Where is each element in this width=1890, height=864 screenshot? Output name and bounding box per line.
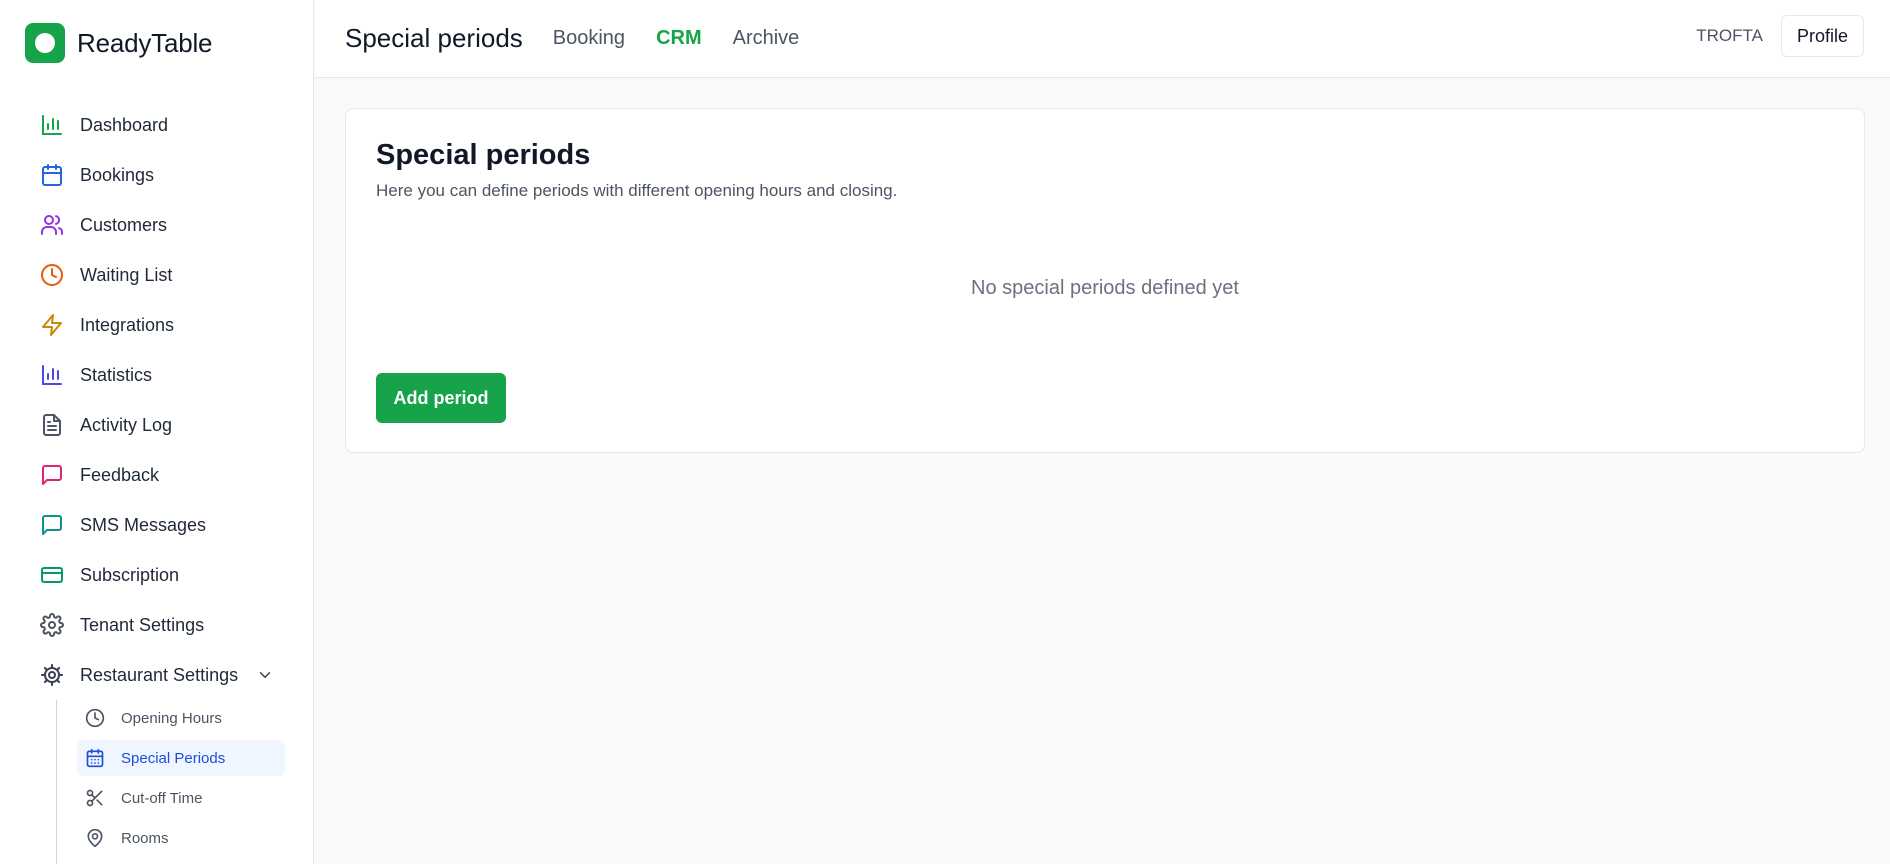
header-right: TROFTA Profile [1696, 15, 1864, 57]
tenant-name: TROFTA [1696, 26, 1763, 45]
sidebar-item-label: Integrations [80, 314, 175, 335]
sidebar-item-label: Tenant Settings [80, 614, 205, 635]
bar-chart-icon [40, 363, 64, 387]
page-title: Special periods [345, 23, 523, 53]
sidebar-item-label: Activity Log [80, 414, 173, 435]
tab-crm[interactable]: CRM [656, 27, 702, 50]
sidebar-item-subscription[interactable]: Subscription [0, 550, 313, 600]
sidebar: ReadyTable Dashboard Bookings Customers … [0, 0, 314, 864]
subnav-item-rooms[interactable]: Rooms [77, 820, 285, 856]
subnav-item-label: Cut-off Time [121, 789, 203, 807]
subnav-item-label: Opening Hours [121, 709, 222, 727]
add-period-button[interactable]: Add period [376, 373, 506, 423]
sidebar-item-label: Subscription [80, 564, 180, 585]
cog-icon [40, 663, 64, 687]
chevron-down-icon[interactable] [256, 666, 274, 684]
credit-card-icon [40, 563, 64, 587]
sidebar-item-label: Dashboard [80, 114, 169, 135]
sidebar-item-label: Restaurant Settings [80, 664, 239, 685]
sidebar-item-label: SMS Messages [80, 514, 207, 535]
clock-icon [85, 708, 105, 728]
sidebar-item-tenant-settings[interactable]: Tenant Settings [0, 600, 313, 650]
profile-button[interactable]: Profile [1780, 15, 1864, 57]
sidebar-item-label: Customers [80, 214, 168, 235]
sidebar-item-integrations[interactable]: Integrations [0, 300, 313, 350]
clock-icon [40, 263, 64, 287]
gear-icon [40, 613, 64, 637]
map-pin-icon [85, 828, 105, 848]
sidebar-item-restaurant-settings[interactable]: Restaurant Settings [0, 650, 313, 700]
sidebar-item-label: Waiting List [80, 264, 173, 285]
subnav-item-special-periods[interactable]: Special Periods [77, 740, 285, 776]
brand-name: ReadyTable [77, 27, 213, 58]
subnav-item-opening-hours[interactable]: Opening Hours [77, 700, 285, 736]
restaurant-settings-subnav: Opening Hours Special Periods Cut-off Ti… [56, 700, 286, 864]
sidebar-item-label: Statistics [80, 364, 153, 385]
message-square-icon [40, 513, 64, 537]
sidebar-item-statistics[interactable]: Statistics [0, 350, 313, 400]
calendar-icon [40, 163, 64, 187]
tab-booking[interactable]: Booking [553, 27, 625, 50]
users-icon [40, 213, 64, 237]
brand-logo [25, 23, 65, 63]
document-icon [40, 413, 64, 437]
empty-state-text: No special periods defined yet [971, 277, 1239, 299]
sidebar-item-sms-messages[interactable]: SMS Messages [0, 500, 313, 550]
card-description: Here you can define periods with differe… [376, 181, 898, 200]
subnav-item-label: Special Periods [121, 749, 226, 767]
subnav-item-label: Rooms [121, 829, 169, 847]
sidebar-item-bookings[interactable]: Bookings [0, 150, 313, 200]
message-square-icon [40, 463, 64, 487]
sidebar-item-dashboard[interactable]: Dashboard [0, 100, 313, 150]
scissors-icon [85, 788, 105, 808]
sidebar-item-waiting-list[interactable]: Waiting List [0, 250, 313, 300]
brand[interactable]: ReadyTable [0, 0, 313, 86]
header: Special periods Booking CRM Archive TROF… [315, 0, 1890, 78]
sidebar-item-activity-log[interactable]: Activity Log [0, 400, 313, 450]
sidebar-item-label: Bookings [80, 164, 155, 185]
card-title: Special periods [376, 139, 591, 171]
header-tabs: Booking CRM Archive [553, 27, 831, 50]
sidebar-item-customers[interactable]: Customers [0, 200, 313, 250]
sidebar-nav: Dashboard Bookings Customers Waiting Lis… [0, 100, 313, 700]
lightning-icon [40, 313, 64, 337]
sidebar-item-label: Feedback [80, 464, 160, 485]
bar-chart-icon [40, 113, 64, 137]
special-periods-card: Special periods Here you can define peri… [345, 108, 1865, 453]
sidebar-item-feedback[interactable]: Feedback [0, 450, 313, 500]
calendar-icon [85, 748, 105, 768]
tab-archive[interactable]: Archive [733, 27, 800, 50]
subnav-item-cut-off-time[interactable]: Cut-off Time [77, 780, 285, 816]
